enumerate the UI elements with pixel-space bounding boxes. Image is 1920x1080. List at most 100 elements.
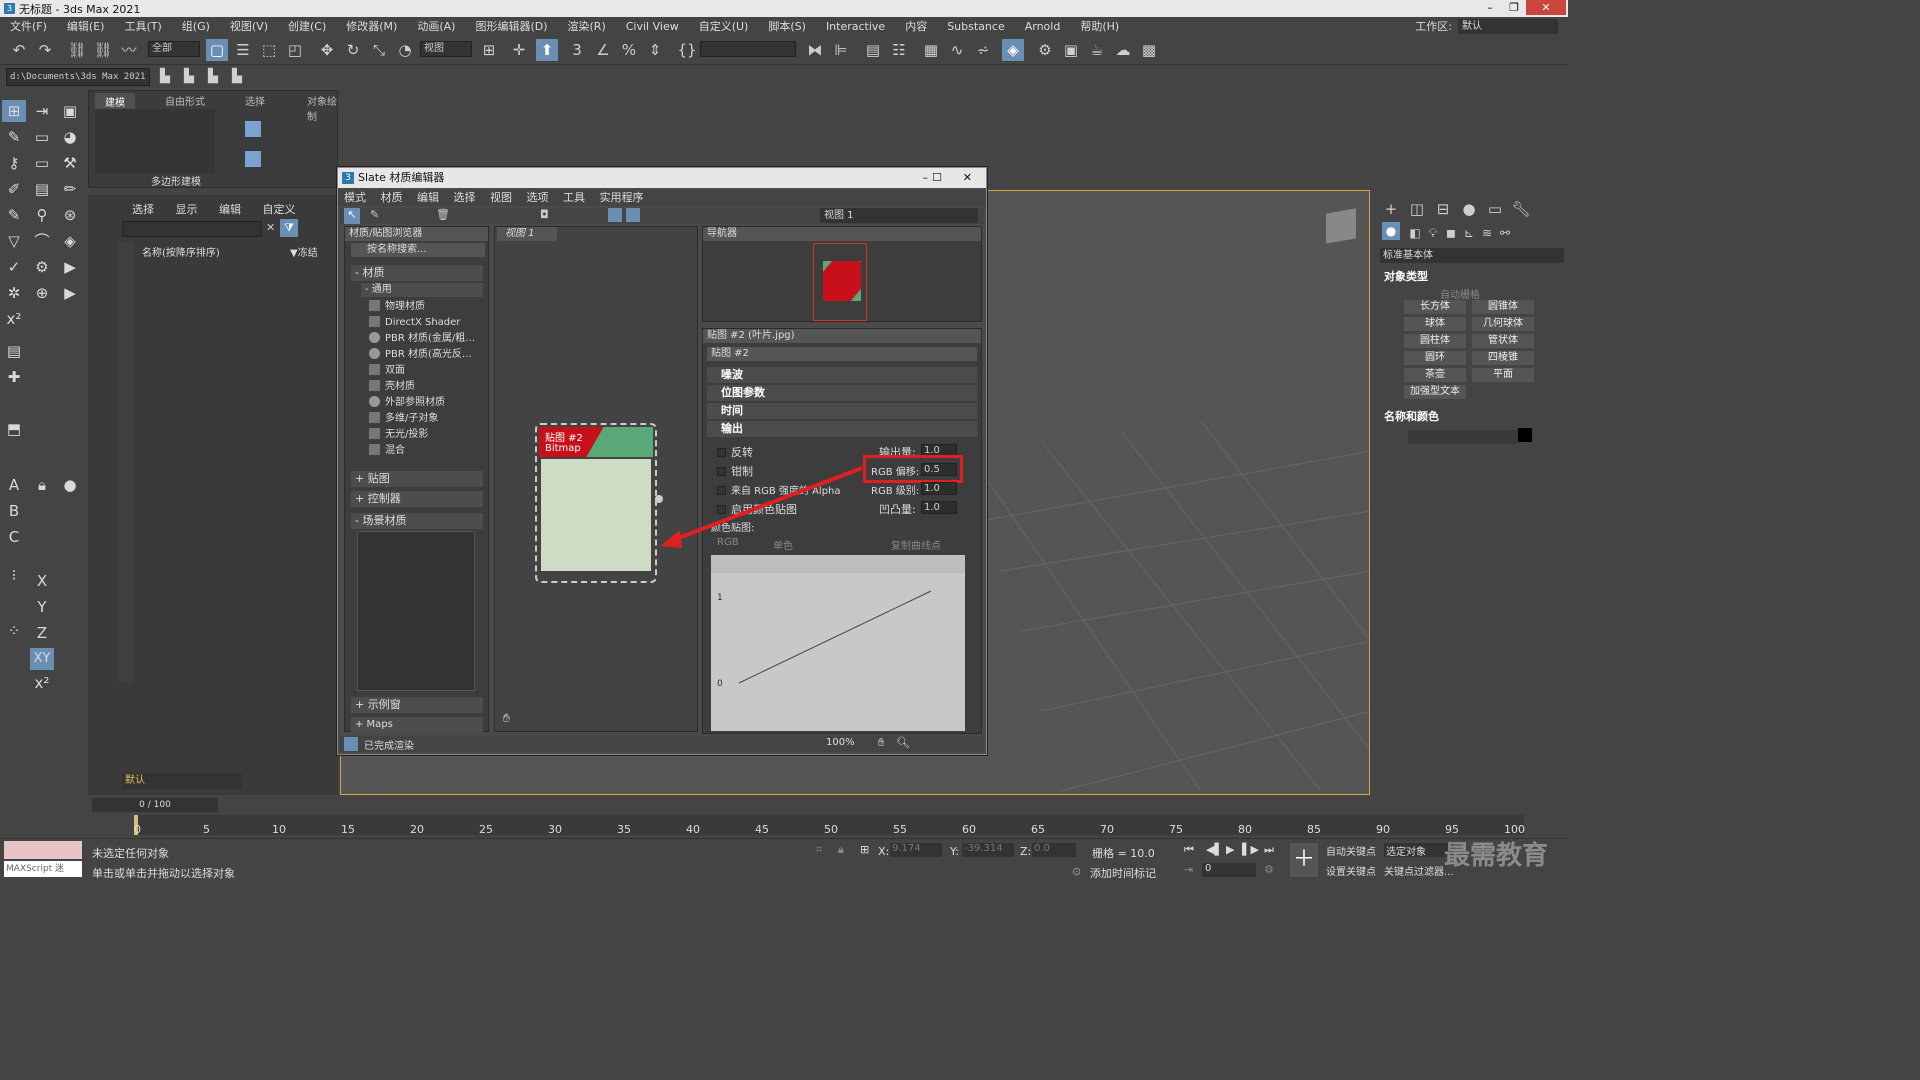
unlink-icon[interactable]: ⛓ <box>92 39 114 61</box>
lock-icon[interactable]: 🔒︎ <box>30 474 54 496</box>
modify-panel-icon[interactable]: ◫ <box>1406 198 1428 220</box>
slate-layout-icon[interactable] <box>608 208 622 222</box>
geosphere-button[interactable]: 几何球体 <box>1472 317 1534 331</box>
color-map-curve-graph[interactable]: 1 0 <box>711 555 965 731</box>
project-settings-icon[interactable]: ▙ <box>226 66 248 88</box>
undo-icon[interactable]: ↶ <box>8 39 30 61</box>
rigging-icon[interactable]: ⚙ <box>30 256 54 278</box>
browser-section-sample[interactable]: + 示例窗 <box>351 697 483 713</box>
layers-icon[interactable]: ▤ <box>30 178 54 200</box>
snapshot-icon[interactable]: ▣ <box>58 100 82 122</box>
selection-lock-icon[interactable]: 🔒︎ <box>838 843 844 857</box>
slate-menu-modes[interactable]: 模式 <box>344 191 366 204</box>
menu-edit[interactable]: 编辑(E) <box>67 18 105 34</box>
scale-icon[interactable]: ⤡ <box>368 39 390 61</box>
stack-icon[interactable]: ▤ <box>2 340 26 362</box>
browser-section-maps[interactable]: + 贴图 <box>351 471 483 487</box>
add-icon[interactable]: ✚ <box>2 366 26 388</box>
play-tool-icon[interactable]: ▶ <box>58 256 82 278</box>
select-tool-icon[interactable]: ⊞ <box>2 100 26 122</box>
menu-graph-editors[interactable]: 图形编辑器(D) <box>475 18 547 34</box>
bold-icon[interactable]: B <box>2 500 26 522</box>
browser-section-controllers[interactable]: + 控制器 <box>351 491 483 507</box>
display-panel-icon[interactable]: ▭ <box>1484 198 1506 220</box>
browser-item[interactable]: 无光/投影 <box>369 427 481 442</box>
y-axis-icon[interactable]: Y <box>30 596 54 618</box>
browser-item[interactable]: 混合 <box>369 443 481 458</box>
rollout-time[interactable]: 时间 <box>707 403 977 419</box>
select-by-name-icon[interactable]: ☰ <box>232 39 254 61</box>
select-object-icon[interactable]: ▢ <box>206 39 228 61</box>
browser-item[interactable]: 物理材质 <box>369 299 481 314</box>
rendered-frame-icon[interactable]: ▣ <box>1060 39 1082 61</box>
cylinder-button[interactable]: 圆柱体 <box>1404 334 1466 348</box>
select-manipulate-icon[interactable]: ✛ <box>508 39 530 61</box>
rollout-bitmap-params[interactable]: 位图参数 <box>707 385 977 401</box>
close-button[interactable]: ✕ <box>1526 0 1566 15</box>
current-frame-field[interactable]: 0 <box>1202 863 1256 877</box>
menu-group[interactable]: 组(G) <box>182 18 210 34</box>
pyramid-button[interactable]: 四棱锥 <box>1472 351 1534 365</box>
menu-content[interactable]: 内容 <box>905 18 927 34</box>
box-button[interactable]: 长方体 <box>1404 300 1466 314</box>
y-coord-field[interactable]: -39.314 <box>962 843 1014 857</box>
cone-button[interactable]: 圆锥体 <box>1472 300 1534 314</box>
menu-arnold[interactable]: Arnold <box>1025 20 1061 33</box>
set-key-button[interactable]: ＋ <box>1290 843 1318 877</box>
slate-zoom-dropdown[interactable]: 100% <box>826 737 855 748</box>
menu-help[interactable]: 帮助(H) <box>1080 18 1119 34</box>
object-color-swatch[interactable] <box>1518 428 1532 442</box>
xform-icon[interactable]: x² <box>2 308 26 330</box>
project-open-icon[interactable]: ▙ <box>202 66 224 88</box>
browser-section-maps2[interactable]: + Maps <box>351 717 483 733</box>
ribbon-blue-icon[interactable] <box>245 121 261 137</box>
goto-start-icon[interactable]: ⏮ <box>1184 843 1194 857</box>
slate-maximize-button[interactable]: ☐ <box>932 168 942 188</box>
z-coord-field[interactable]: 0.0 <box>1032 843 1076 857</box>
motion-panel-icon[interactable]: ● <box>1458 198 1480 220</box>
percent-snap-icon[interactable]: % <box>618 39 640 61</box>
menu-modifiers[interactable]: 修改器(M) <box>346 18 397 34</box>
keyboard-shortcut-toggle-icon[interactable]: ⬆ <box>536 39 558 61</box>
create-panel-icon[interactable]: + <box>1380 198 1402 220</box>
frame-icon[interactable]: ▭ <box>30 126 54 148</box>
scene-menu-customize[interactable]: 自定义 <box>263 203 296 216</box>
add-time-tag[interactable]: 添加时间标记 <box>1090 865 1156 881</box>
slate-bg-icon[interactable]: ◘ <box>540 208 549 221</box>
text-tool-icon[interactable]: A <box>2 474 26 496</box>
slate-delete-icon[interactable]: 🗑︎ <box>436 208 450 221</box>
edit-named-sel-icon[interactable]: {} <box>676 39 698 61</box>
pin-icon[interactable]: ⚲ <box>30 204 54 226</box>
slate-menu-view[interactable]: 视图 <box>490 191 512 204</box>
gizmo-icon[interactable]: ⊛ <box>58 204 82 226</box>
slate-pan-icon[interactable]: ✋︎ <box>878 736 884 750</box>
browser-section-scene[interactable]: - 场景材质 <box>351 513 483 529</box>
play-icon[interactable]: ▶ <box>1226 843 1234 856</box>
rect-selection-icon[interactable]: ⬚ <box>258 39 280 61</box>
rgb-level-spinner[interactable]: 1.0 <box>921 482 957 495</box>
dope-sheet-icon[interactable]: ⩫ <box>972 39 994 61</box>
menu-animation[interactable]: 动画(A) <box>417 18 455 34</box>
time-tag-icon[interactable]: ⊙ <box>1072 865 1081 878</box>
mesh-icon[interactable]: ◈ <box>58 230 82 252</box>
redo-icon[interactable]: ↷ <box>34 39 56 61</box>
browser-item[interactable]: 外部参照材质 <box>369 395 481 410</box>
maxscript-listener[interactable] <box>4 841 82 859</box>
crop-icon[interactable]: ⬒ <box>2 418 26 440</box>
auto-key-button[interactable]: 自动关键点 <box>1326 843 1376 858</box>
slate-pick-icon[interactable]: ✎ <box>370 208 379 221</box>
workspace-dropdown[interactable]: 默认 <box>1458 18 1558 34</box>
scene-menu-display[interactable]: 显示 <box>176 203 198 216</box>
menu-view[interactable]: 视图(V) <box>230 18 268 34</box>
c-tool-icon[interactable]: C <box>2 526 26 548</box>
project-folder-icon[interactable]: ▙ <box>154 66 176 88</box>
absolute-mode-icon[interactable]: ⊞ <box>860 843 869 856</box>
material-editor-icon[interactable]: ◈ <box>1002 39 1024 61</box>
z-axis-icon[interactable]: Z <box>30 622 54 644</box>
link-icon[interactable]: ⛓ <box>66 39 88 61</box>
browser-subsection-general[interactable]: - 通用 <box>361 283 483 297</box>
layer-explorer-icon[interactable]: ☷ <box>888 39 910 61</box>
ribbon-tab-selection[interactable]: 选择 <box>245 93 265 108</box>
text-plus-button[interactable]: 加强型文本 <box>1404 385 1466 399</box>
clear-search-icon[interactable]: ✕ <box>266 221 275 234</box>
